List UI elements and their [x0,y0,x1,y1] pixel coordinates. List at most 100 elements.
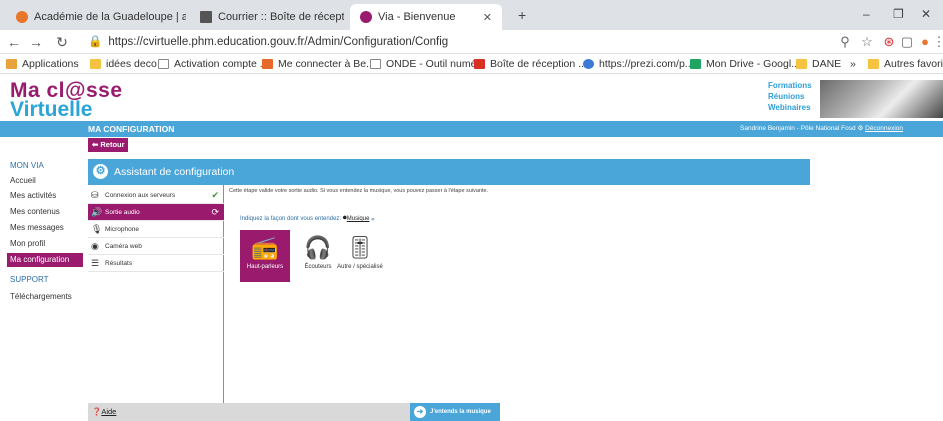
folder-icon [796,59,807,69]
bookmark-autres-favoris[interactable]: Autres favoris [868,57,943,71]
sidebar-heading-support: SUPPORT [10,275,49,284]
page-title: MA CONFIGURATION [88,124,175,134]
globe-icon [583,59,594,69]
folder-icon [90,59,101,69]
academie-favicon-icon [16,11,28,23]
url-text: https://cvirtuelle.phm.education.gouv.fr… [108,36,449,48]
webcam-icon: ◉ [91,241,99,251]
sidebar-item-telechargements[interactable]: Téléchargements [10,290,72,304]
url-input[interactable]: 🔒 https://cvirtuelle.phm.education.gouv.f… [88,33,848,51]
via-favicon-icon [360,11,372,23]
user-info: Sandrine Benjamin - Pôle National Fosd ⚙… [740,121,943,137]
help-icon: ❓ [92,407,102,416]
tab-title: Courrier :: Boîte de réception [218,11,344,23]
page-icon [158,59,169,69]
step-label: Caméra web [105,243,142,250]
microphone-icon: 🎙 [91,224,103,234]
logout-icon: ⚙ [857,125,864,132]
checkmark-icon: ✔ [211,190,219,200]
forward-arrow-icon[interactable]: → [28,34,44,50]
step-label: Sortie audio [105,209,140,216]
sidebar-item-configuration[interactable]: Ma configuration [7,253,83,267]
bookmark-applications[interactable]: Applications [6,57,79,71]
help-bar: ❓Aide [88,403,410,421]
logo-line-2[interactable]: Virtuelle [10,98,92,122]
bookmark-dane[interactable]: DANE [796,57,841,71]
sidebar-item-profil[interactable]: Mon profil [10,237,45,251]
page-icon [370,59,381,69]
option-label: Écouteurs [304,264,332,270]
bookmark-idees-deco[interactable]: idées deco [90,57,157,71]
site-icon [262,59,273,69]
logout-link[interactable]: Déconnexion [865,125,903,132]
step-resultats[interactable]: ☰ Résultats [88,255,224,272]
refresh-icon: ⟳ [211,207,219,217]
step-sortie-audio[interactable]: 🔊 Sortie audio ⟳ [88,204,224,221]
close-tab-icon[interactable]: ✕ [483,11,492,24]
pinterest-icon[interactable]: ⊛ [880,33,898,51]
sidebar-item-activites[interactable]: Mes activités [10,189,56,203]
bookmark-drive[interactable]: Mon Drive - Googl... [690,57,800,71]
arrow-right-icon: ➜ [414,406,426,418]
bookmark-onde[interactable]: ONDE - Outil numé... [370,57,485,71]
next-label: J'entends la musique [430,409,491,415]
minimize-button[interactable]: – [863,7,870,21]
help-link[interactable]: Aide [101,407,116,416]
back-arrow-icon[interactable]: ← [6,34,22,50]
browser-tab-2[interactable]: Courrier :: Boîte de réception ✕ [190,4,344,30]
how-label: Indiquez la façon dont vous entendez: ⏺M… [240,213,375,222]
sidebar-item-accueil[interactable]: Accueil [10,174,36,188]
drive-icon [690,59,701,69]
step-connexion[interactable]: ⛁ Connexion aux serveurs ✔ [88,187,224,204]
option-label: Autre / spécialisé [337,264,383,270]
promo-image [820,80,943,118]
server-icon: ⛁ [91,190,99,200]
step-label: Résultats [105,260,133,267]
gear-icon: ⚙ [93,164,108,179]
next-button[interactable]: ➜ J'entends la musique [410,403,500,421]
tab-title: Via - Bienvenue [378,11,456,23]
zoom-icon[interactable]: ⚲ [836,33,854,51]
step-microphone[interactable]: 🎙 Microphone [88,221,224,238]
new-tab-button[interactable]: + [518,7,526,23]
bookmark-activation[interactable]: Activation compte ... [158,57,269,71]
maximize-button[interactable]: ❐ [893,7,904,21]
browser-tab-1[interactable]: Académie de la Guadeloupe | ac ✕ [6,4,186,30]
apps-grid-icon [6,59,17,69]
wizard-steps: ⛁ Connexion aux serveurs ✔ 🔊 Sortie audi… [88,185,224,403]
menu-icon[interactable]: ⋮ [930,33,943,51]
option-haut-parleurs[interactable]: 📻 Haut-parleurs [240,230,290,282]
promo-text: Formations Réunions Webinaires [768,80,812,113]
browser-tab-3[interactable]: Via - Bienvenue ✕ [350,4,502,30]
list-icon: ☰ [91,258,100,268]
reload-icon[interactable]: ↻ [54,34,70,50]
gmail-icon [474,59,485,69]
music-link[interactable]: Musique [347,216,370,222]
bookmarks-overflow[interactable]: » [850,57,856,71]
step-label: Connexion aux serveurs [105,192,176,199]
step-label: Microphone [105,226,139,233]
close-window-button[interactable]: ✕ [921,7,931,21]
tab-title: Académie de la Guadeloupe | ac [34,11,186,23]
speakers-icon: 📻 [251,235,279,260]
promo-webinaires: Webinaires [768,103,811,112]
mail-favicon-icon [200,11,212,23]
bookmark-boite-reception[interactable]: Boîte de réception ... [474,57,587,71]
lock-icon: 🔒 [88,36,103,48]
option-autre[interactable]: 🎚 Autre / spécialisé [335,230,385,282]
bookmark-me-connecter[interactable]: Me connecter à Be... [262,57,375,71]
volume-icon[interactable]: ⩦ [371,216,375,222]
sidebar-heading-mon-via: MON VIA [10,161,44,170]
wizard-title: Assistant de configuration [114,166,235,178]
step-camera[interactable]: ◉ Caméra web [88,238,224,255]
extension-icon[interactable]: ▢ [898,33,916,51]
back-button[interactable]: ⬅ Retour [88,138,128,152]
folder-icon [868,59,879,69]
sidebar-item-messages[interactable]: Mes messages [10,221,64,235]
speaker-icon: 🔊 [91,207,103,217]
instruction-text: Cette étape valide votre sortie audio. S… [229,188,489,194]
promo-reunions: Réunions [768,92,805,101]
bookmark-prezi[interactable]: https://prezi.com/p... [583,57,694,71]
sidebar-item-contenus[interactable]: Mes contenus [10,205,60,219]
star-icon[interactable]: ☆ [858,33,876,51]
